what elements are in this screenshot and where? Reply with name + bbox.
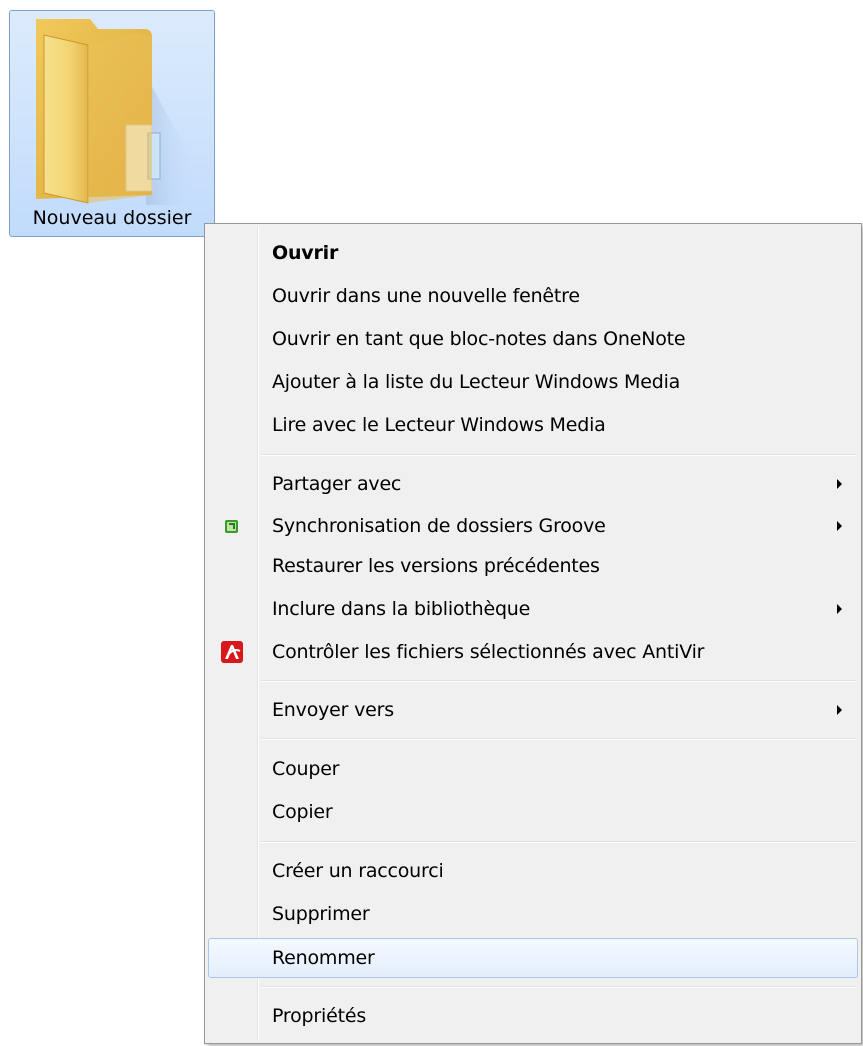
menu-item-label: Couper [272,758,340,780]
menu-separator [261,841,857,843]
menu-separator [261,680,857,682]
menu-item-ouvrir-onenote[interactable]: Ouvrir en tant que bloc-notes dans OneNo… [208,319,858,359]
menu-item-label: Inclure dans la bibliothèque [272,598,531,620]
menu-item-groove-sync[interactable]: Synchronisation de dossiers Groove [208,506,858,546]
menu-item-lire-wmp[interactable]: Lire avec le Lecteur Windows Media [208,405,858,445]
menu-item-label: Lire avec le Lecteur Windows Media [272,414,606,436]
menu-item-label: Ouvrir [272,242,339,264]
groove-sync-icon [225,520,238,533]
menu-item-label: Synchronisation de dossiers Groove [272,515,606,537]
menu-item-ajouter-liste-wmp[interactable]: Ajouter à la liste du Lecteur Windows Me… [208,362,858,402]
menu-item-label: Propriétés [272,1005,367,1027]
menu-item-restaurer-versions[interactable]: Restaurer les versions précédentes [208,546,858,586]
menu-item-ouvrir-nouvelle-fenetre[interactable]: Ouvrir dans une nouvelle fenêtre [208,276,858,316]
menu-item-label: Restaurer les versions précédentes [272,555,600,577]
menu-separator [261,454,857,456]
menu-item-label: Partager avec [272,473,402,495]
menu-item-label: Copier [272,801,333,823]
menu-item-label: Ouvrir en tant que bloc-notes dans OneNo… [272,328,686,350]
menu-item-envoyer-vers[interactable]: Envoyer vers [208,690,858,730]
menu-item-copier[interactable]: Copier [208,792,858,832]
menu-separator [261,738,857,740]
menu-item-controler-antivir[interactable]: Contrôler les fichiers sélectionnés avec… [208,632,858,672]
menu-item-ouvrir[interactable]: Ouvrir [208,233,858,273]
submenu-arrow-icon [837,604,842,614]
menu-item-renommer[interactable]: Renommer [208,938,858,978]
folder-name-label[interactable]: Nouveau dossier [10,207,214,229]
menu-item-inclure-bibliotheque[interactable]: Inclure dans la bibliothèque [208,589,858,629]
menu-item-partager-avec[interactable]: Partager avec [208,464,858,504]
menu-item-label: Contrôler les fichiers sélectionnés avec… [272,641,705,663]
menu-item-label: Envoyer vers [272,699,394,721]
folder-icon [36,19,194,205]
menu-item-proprietes[interactable]: Propriétés [208,996,858,1036]
menu-item-label: Ouvrir dans une nouvelle fenêtre [272,285,580,307]
submenu-arrow-icon [837,479,842,489]
menu-item-creer-raccourci[interactable]: Créer un raccourci [208,851,858,891]
context-menu: Ouvrir Ouvrir dans une nouvelle fenêtre … [204,223,862,1044]
submenu-arrow-icon [837,521,842,531]
menu-separator [261,986,857,988]
menu-item-label: Supprimer [272,903,370,925]
menu-item-label: Créer un raccourci [272,860,444,882]
folder-item-nouveau-dossier[interactable]: Nouveau dossier [9,10,215,237]
submenu-arrow-icon [837,705,842,715]
menu-item-couper[interactable]: Couper [208,749,858,789]
menu-item-supprimer[interactable]: Supprimer [208,894,858,934]
antivir-icon [221,641,243,663]
menu-item-label: Renommer [272,947,375,969]
menu-item-label: Ajouter à la liste du Lecteur Windows Me… [272,371,681,393]
